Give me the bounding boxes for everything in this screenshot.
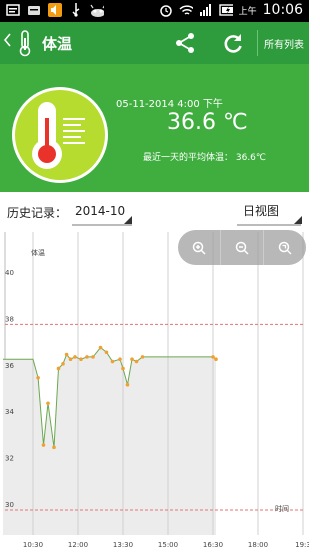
dropdown-corner-icon[interactable] <box>124 216 132 224</box>
zoom-in-button[interactable] <box>178 230 221 265</box>
app-bar: 体温 所有列表 <box>0 22 309 64</box>
x-tick-label: 19:3 <box>295 541 309 549</box>
data-point <box>41 443 46 447</box>
refresh-icon[interactable] <box>222 32 244 54</box>
status-ampm: 上午 <box>238 6 257 17</box>
zoom-reset-button[interactable] <box>264 230 306 265</box>
data-point <box>104 350 109 355</box>
data-point <box>56 366 61 371</box>
month-select-underline <box>72 224 132 226</box>
zoom-out-icon <box>235 241 249 255</box>
history-label: 历史记录： <box>7 206 68 220</box>
data-point <box>79 357 83 361</box>
data-point <box>98 345 103 350</box>
y-tick-label: 34 <box>5 408 14 416</box>
status-bar: 上午 10:06 <box>0 0 309 22</box>
data-point <box>130 357 134 361</box>
page-title: 体温 <box>42 35 73 53</box>
battery-icon <box>218 3 233 17</box>
data-point <box>61 362 65 366</box>
data-point <box>125 382 130 387</box>
data-point <box>91 355 95 359</box>
data-point <box>73 355 77 359</box>
series-area <box>3 347 216 535</box>
data-point <box>64 352 69 357</box>
reading-datetime: 05-11-2014 4:00 下午 <box>116 99 223 110</box>
data-point <box>134 359 139 364</box>
share-icon[interactable] <box>174 32 196 54</box>
data-point <box>211 355 215 359</box>
data-point <box>140 355 145 359</box>
y-axis-title: 体温 <box>31 248 45 257</box>
dropdown-corner-icon[interactable] <box>294 216 302 224</box>
x-tick-label: 15:00 <box>158 541 178 549</box>
data-point <box>68 357 73 361</box>
thermometer-icon <box>32 102 85 169</box>
x-tick-label: 18:00 <box>248 541 268 549</box>
thermometer-badge <box>12 87 108 183</box>
y-tick-label: 40 <box>5 269 14 277</box>
zoom-controls <box>178 230 306 265</box>
zoom-out-button[interactable] <box>221 230 264 265</box>
x-axis-title: 时间 <box>275 504 289 513</box>
y-tick-label: 32 <box>5 455 14 463</box>
x-tick-label: 10:30 <box>23 541 43 549</box>
android-icon <box>90 3 104 17</box>
x-tick-label: 13:30 <box>113 541 133 549</box>
history-controls: 历史记录： 2014-10 日视图 <box>0 198 309 228</box>
keyboard-icon <box>27 3 41 17</box>
all-list-button[interactable]: 所有列表 <box>264 36 304 51</box>
average-temperature: 最近一天的平均体温： 36.6℃ <box>143 153 267 163</box>
month-select[interactable]: 2014-10 <box>75 204 125 218</box>
temperature-chart: 30 32 34 36 38 40 10:30 12:00 13:30 15:00 16:30 18:… <box>0 230 311 550</box>
data-point <box>118 357 122 361</box>
x-tick-label: 16:30 <box>203 541 223 549</box>
data-point <box>46 401 50 406</box>
chart-svg[interactable]: 30 32 34 36 38 40 10:30 12:00 13:30 15:00 16:30 18:… <box>0 230 311 550</box>
sound-icon <box>48 3 62 17</box>
data-point <box>85 355 89 359</box>
back-chevron-icon[interactable] <box>3 32 11 52</box>
thermometer-app-icon <box>15 29 35 57</box>
view-select-underline <box>237 224 301 226</box>
data-point <box>52 445 56 450</box>
zoom-in-icon <box>192 241 206 255</box>
y-tick-label: 38 <box>5 315 14 323</box>
signal-icon <box>199 3 213 17</box>
status-time: 10:06 <box>262 2 303 18</box>
wifi-icon <box>179 3 193 17</box>
alarm-icon <box>159 3 173 17</box>
data-point <box>36 375 40 380</box>
current-temperature: 36.6 ℃ <box>167 110 248 135</box>
usb-icon <box>69 3 83 17</box>
data-point <box>121 366 125 371</box>
y-tick-label: 30 <box>5 501 14 509</box>
current-reading-panel: 05-11-2014 4:00 下午 36.6 ℃ 最近一天的平均体温： 36.… <box>0 64 309 192</box>
data-point <box>110 359 115 364</box>
sms-icon <box>6 3 20 17</box>
view-select[interactable]: 日视图 <box>243 202 279 219</box>
data-point <box>214 357 218 361</box>
zoom-reset-icon <box>278 241 292 254</box>
y-tick-label: 36 <box>5 362 14 370</box>
app-bar-divider <box>257 30 258 56</box>
x-tick-label: 12:00 <box>68 541 88 549</box>
